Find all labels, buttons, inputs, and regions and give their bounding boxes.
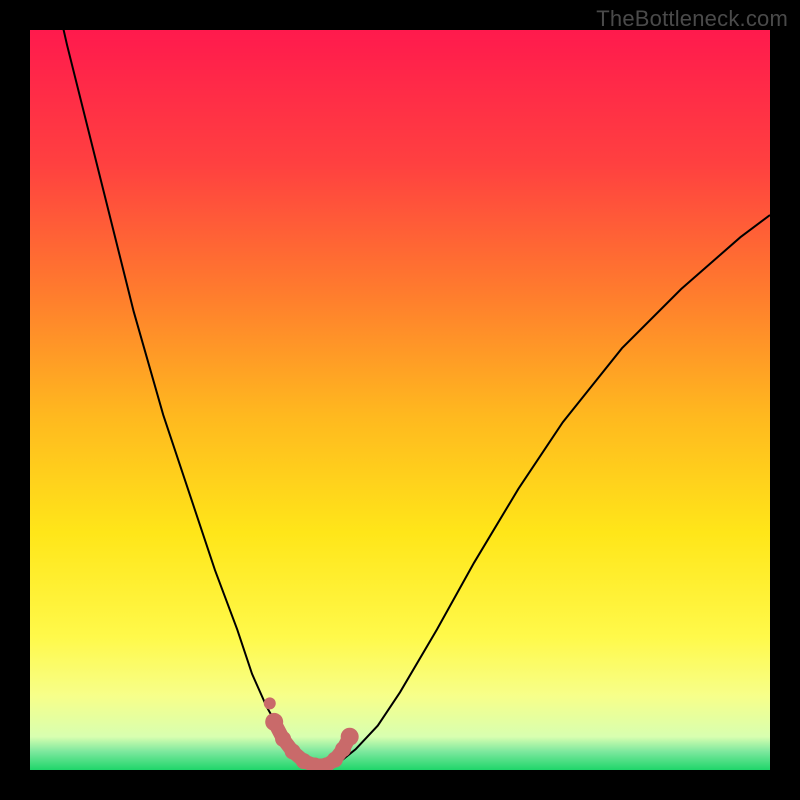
plot-area (30, 30, 770, 770)
chart-frame: TheBottleneck.com (0, 0, 800, 800)
bottleneck-chart (30, 30, 770, 770)
highlight-point-isolated (264, 697, 276, 709)
watermark-text: TheBottleneck.com (596, 6, 788, 32)
highlight-point (341, 728, 359, 746)
highlight-point (265, 713, 283, 731)
gradient-background (30, 30, 770, 770)
highlight-point (275, 731, 291, 747)
